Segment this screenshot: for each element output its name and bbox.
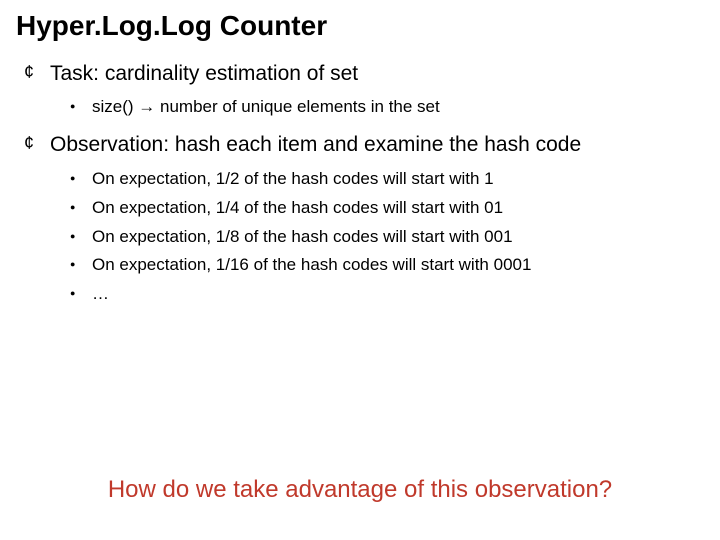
bullet-task-text: Task: cardinality estimation of set	[50, 62, 358, 85]
sub-bullet-quarter: On expectation, 1/4 of the hash codes wi…	[70, 197, 704, 220]
sub-bullet-eighth: On expectation, 1/8 of the hash codes wi…	[70, 226, 704, 249]
question-text: How do we take advantage of this observa…	[0, 476, 720, 504]
sub-bullet-size: size() → number of unique elements in th…	[70, 96, 704, 119]
bullet-observation-text: Observation: hash each item and examine …	[50, 133, 581, 156]
bullet-task: Task: cardinality estimation of set size…	[24, 60, 704, 119]
sub-bullet-ellipsis: …	[70, 283, 704, 306]
sub-bullet-sixteenth: On expectation, 1/16 of the hash codes w…	[70, 254, 704, 277]
sub-list-observation: On expectation, 1/2 of the hash codes wi…	[70, 168, 704, 307]
slide: Hyper.Log.Log Counter Task: cardinality …	[0, 0, 720, 540]
sub-list-task: size() → number of unique elements in th…	[70, 96, 704, 119]
slide-title: Hyper.Log.Log Counter	[16, 10, 704, 42]
sub-bullet-half: On expectation, 1/2 of the hash codes wi…	[70, 168, 704, 191]
bullet-list: Task: cardinality estimation of set size…	[24, 60, 704, 306]
bullet-observation: Observation: hash each item and examine …	[24, 131, 704, 306]
